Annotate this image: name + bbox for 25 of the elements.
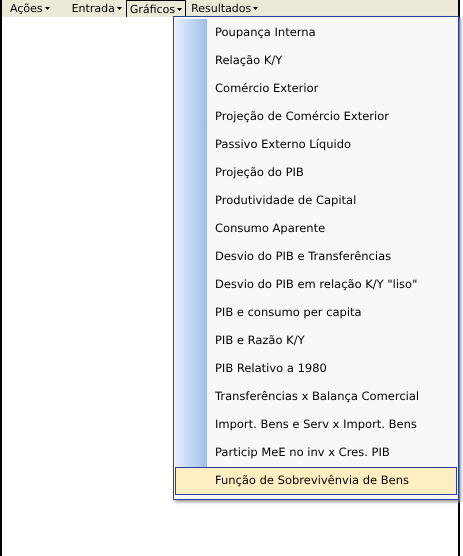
menu-item[interactable]: Ações bbox=[6, 0, 54, 17]
caret-icon bbox=[177, 8, 182, 10]
menu-entry[interactable]: Produtividade de Capital bbox=[175, 187, 457, 215]
menu-entry[interactable]: Consumo Aparente bbox=[175, 215, 457, 243]
menu-entry[interactable]: Relação K/Y bbox=[175, 47, 457, 75]
menu-entry[interactable]: Particip MeE no inv x Cres. PIB bbox=[175, 439, 457, 467]
menu-item[interactable]: Entrada bbox=[68, 0, 126, 17]
caret-icon bbox=[44, 7, 50, 10]
menu-entry[interactable]: PIB e Razão K/Y bbox=[175, 327, 457, 355]
menu-item[interactable]: Gráficos bbox=[126, 0, 186, 17]
menu-entry[interactable]: Projeção do PIB bbox=[175, 159, 457, 187]
menu-entry[interactable]: Import. Bens e Serv x Import. Bens bbox=[175, 411, 457, 439]
menu-entry[interactable]: Transferências x Balança Comercial bbox=[175, 383, 457, 411]
menu-entry[interactable]: Desvio do PIB em relação K/Y "liso" bbox=[175, 271, 457, 299]
menu-entry[interactable]: Projeção de Comércio Exterior bbox=[175, 103, 457, 131]
menu-entry[interactable]: Desvio do PIB e Transferências bbox=[175, 243, 457, 271]
caret-icon bbox=[116, 7, 122, 10]
menu-entry[interactable]: PIB e consumo per capita bbox=[175, 299, 457, 327]
menu-entry[interactable]: Passivo Externo Líquido bbox=[175, 131, 457, 159]
menu-entry[interactable]: Poupança Interna bbox=[175, 19, 457, 47]
menu-entry[interactable]: PIB Relativo a 1980 bbox=[175, 355, 457, 383]
caret-icon bbox=[253, 7, 258, 10]
menu-item[interactable]: Resultados bbox=[187, 0, 262, 17]
menu-entry[interactable]: Comércio Exterior bbox=[175, 75, 457, 103]
menu-entry[interactable]: Função de Sobrevivênvia de Bens bbox=[175, 467, 457, 495]
